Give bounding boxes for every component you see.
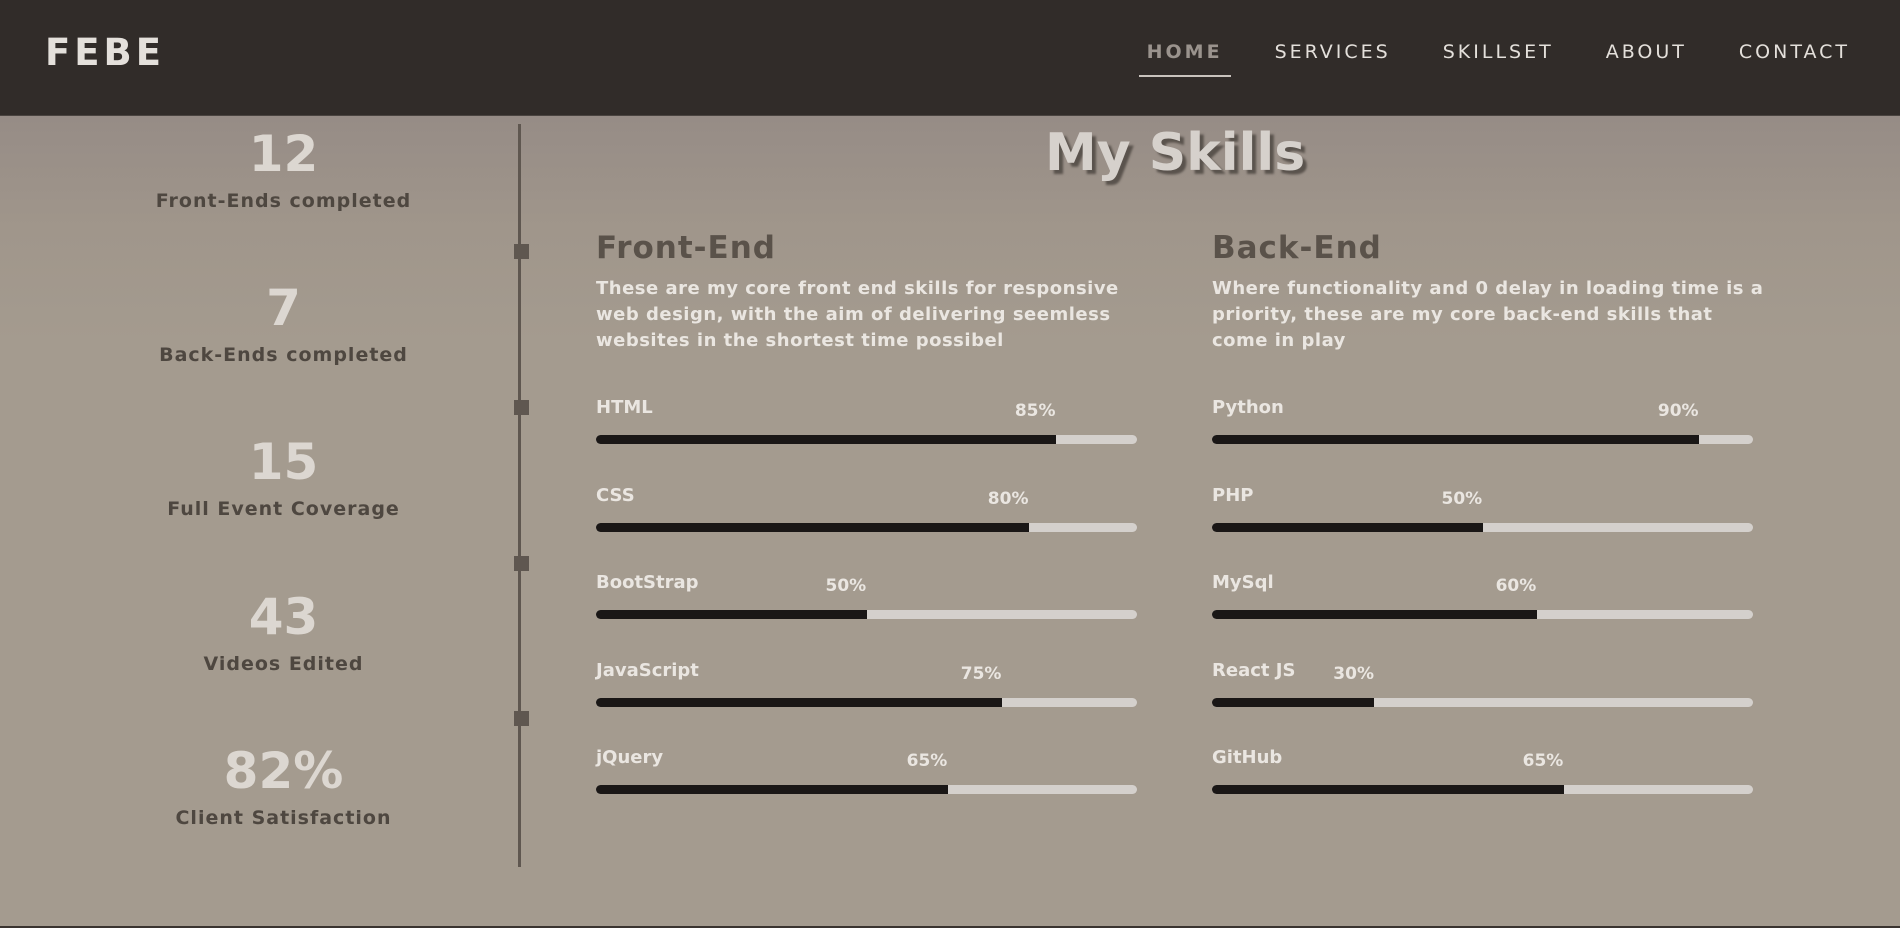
stat-event-coverage: 15 Full Event Coverage bbox=[0, 434, 567, 520]
stat-value: 43 bbox=[248, 588, 319, 646]
progress-track bbox=[1212, 697, 1753, 707]
skill-row-css: CSS 80% bbox=[596, 485, 1137, 543]
progress-fill bbox=[1212, 435, 1699, 444]
skill-percent: 30% bbox=[1333, 663, 1374, 684]
progress-fill bbox=[1212, 785, 1564, 794]
progress-track bbox=[1212, 610, 1753, 619]
skills-title: My Skills bbox=[1045, 123, 1306, 183]
skill-row-javascript: JavaScript 75% bbox=[596, 660, 1137, 718]
stat-label: Videos Edited bbox=[203, 653, 364, 675]
progress-track bbox=[596, 610, 1137, 619]
nav-skillset[interactable]: SKILLSET bbox=[1443, 41, 1554, 63]
skill-percent: 65% bbox=[1522, 751, 1564, 771]
skill-row-bootstrap: BootStrap 50% bbox=[596, 572, 1137, 630]
progress-track bbox=[1212, 435, 1753, 444]
progress-fill bbox=[596, 785, 948, 794]
timeline-marker bbox=[514, 244, 529, 259]
stat-back-ends: 7 Back-Ends completed bbox=[0, 280, 567, 366]
nav-home[interactable]: HOME bbox=[1138, 41, 1231, 77]
frontend-column: Front-End These are my core front end sk… bbox=[596, 226, 1156, 794]
skill-name: CSS bbox=[596, 484, 635, 506]
skill-name: GitHub bbox=[1212, 747, 1283, 768]
progress-fill bbox=[596, 435, 1056, 444]
timeline-marker bbox=[514, 400, 529, 415]
stat-value: 7 bbox=[266, 279, 301, 337]
progress-fill bbox=[1212, 697, 1375, 707]
progress-track bbox=[596, 697, 1137, 707]
progress-fill bbox=[596, 610, 867, 619]
progress-track bbox=[1212, 522, 1753, 532]
brand-logo[interactable]: FEBE bbox=[45, 31, 165, 74]
stat-label: Back-Ends completed bbox=[159, 344, 408, 366]
skill-row-react-js: React JS 30% bbox=[1212, 660, 1753, 718]
progress-fill bbox=[596, 697, 1002, 707]
progress-fill bbox=[1212, 610, 1537, 619]
progress-fill bbox=[1212, 522, 1483, 532]
stat-value: 15 bbox=[248, 433, 319, 491]
progress-track bbox=[1212, 785, 1753, 794]
progress-fill bbox=[596, 522, 1029, 532]
skill-row-php: PHP 50% bbox=[1212, 485, 1753, 543]
skill-name: BootStrap bbox=[596, 572, 699, 593]
backend-column: Back-End Where functionality and 0 delay… bbox=[1212, 226, 1772, 794]
skill-percent: 65% bbox=[906, 751, 948, 771]
skill-row-jquery: jQuery 65% bbox=[596, 747, 1137, 805]
stat-videos-edited: 43 Videos Edited bbox=[0, 589, 567, 675]
main-nav: HOME SERVICES SKILLSET ABOUT CONTACT bbox=[1095, 41, 1850, 77]
skill-name: MySql bbox=[1212, 572, 1274, 593]
skill-row-github: GitHub 65% bbox=[1212, 747, 1753, 805]
frontend-title: Front-End bbox=[596, 230, 776, 266]
progress-track bbox=[596, 522, 1137, 532]
skill-percent: 50% bbox=[1441, 488, 1483, 509]
timeline-line bbox=[518, 124, 521, 867]
navbar: FEBE HOME SERVICES SKILLSET ABOUT CONTAC… bbox=[0, 0, 1900, 116]
skill-percent: 75% bbox=[960, 663, 1002, 684]
timeline-marker bbox=[514, 556, 529, 571]
stat-label: Front-Ends completed bbox=[155, 190, 412, 212]
progress-track bbox=[596, 435, 1137, 444]
skill-name: jQuery bbox=[596, 747, 664, 768]
skill-name: Python bbox=[1212, 397, 1284, 418]
skill-name: PHP bbox=[1212, 484, 1254, 506]
skill-percent: 90% bbox=[1657, 401, 1699, 421]
stat-value: 12 bbox=[248, 125, 319, 183]
skill-name: JavaScript bbox=[596, 659, 699, 681]
skill-row-html: HTML 85% bbox=[596, 397, 1137, 455]
backend-description: Where functionality and 0 delay in loadi… bbox=[1212, 278, 1764, 351]
frontend-description: These are my core front end skills for r… bbox=[596, 278, 1119, 351]
skill-name: React JS bbox=[1212, 659, 1296, 681]
skill-row-mysql: MySql 60% bbox=[1212, 572, 1753, 630]
progress-track bbox=[596, 785, 1137, 794]
skill-percent: 60% bbox=[1495, 576, 1537, 596]
backend-title: Back-End bbox=[1212, 230, 1382, 266]
skill-percent: 50% bbox=[825, 576, 867, 596]
stat-client-satisfaction: 82% Client Satisfaction bbox=[0, 743, 567, 829]
skill-percent: 80% bbox=[987, 488, 1029, 509]
nav-services[interactable]: SERVICES bbox=[1275, 41, 1391, 63]
nav-about[interactable]: ABOUT bbox=[1606, 41, 1687, 63]
skill-row-python: Python 90% bbox=[1212, 397, 1753, 455]
skill-name: HTML bbox=[596, 397, 653, 418]
stat-front-ends: 12 Front-Ends completed bbox=[0, 126, 567, 212]
nav-contact[interactable]: CONTACT bbox=[1739, 41, 1850, 63]
stat-label: Client Satisfaction bbox=[175, 807, 392, 829]
stat-value: 82% bbox=[223, 742, 344, 800]
stat-label: Full Event Coverage bbox=[167, 498, 400, 520]
skill-percent: 85% bbox=[1014, 401, 1056, 421]
timeline-marker bbox=[514, 711, 529, 726]
